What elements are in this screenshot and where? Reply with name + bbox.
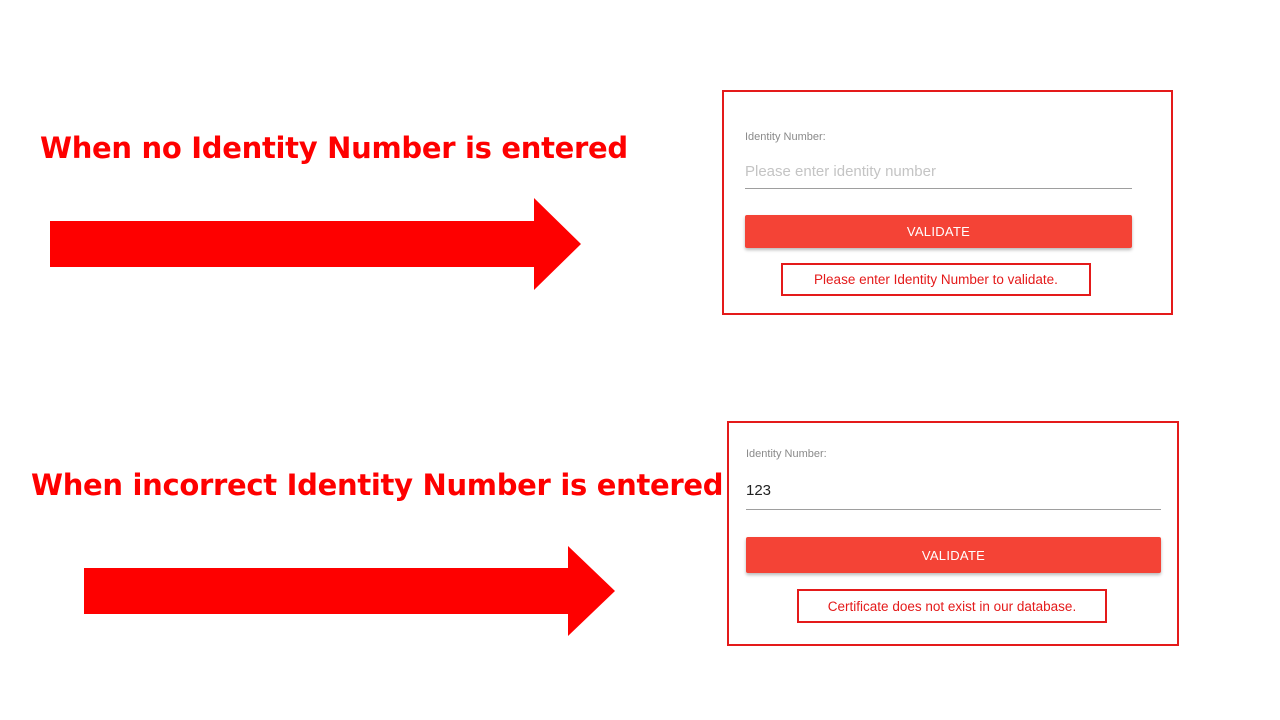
identity-number-label: Identity Number: <box>746 448 827 460</box>
validation-form-incorrect: Identity Number: VALIDATE Certificate do… <box>727 421 1179 646</box>
validation-form-empty: Identity Number: VALIDATE Please enter I… <box>722 90 1173 315</box>
scenario-2-heading: When incorrect Identity Number is entere… <box>31 468 724 502</box>
right-arrow-icon <box>84 546 615 636</box>
identity-number-input[interactable] <box>746 471 1161 510</box>
validate-button[interactable]: VALIDATE <box>746 537 1161 573</box>
right-arrow-icon <box>50 198 581 290</box>
validate-button[interactable]: VALIDATE <box>745 215 1132 248</box>
error-message: Certificate does not exist in our databa… <box>797 589 1107 623</box>
error-message: Please enter Identity Number to validate… <box>781 263 1091 296</box>
identity-number-label: Identity Number: <box>745 131 826 143</box>
identity-number-input[interactable] <box>745 154 1132 189</box>
scenario-1-heading: When no Identity Number is entered <box>40 131 628 165</box>
